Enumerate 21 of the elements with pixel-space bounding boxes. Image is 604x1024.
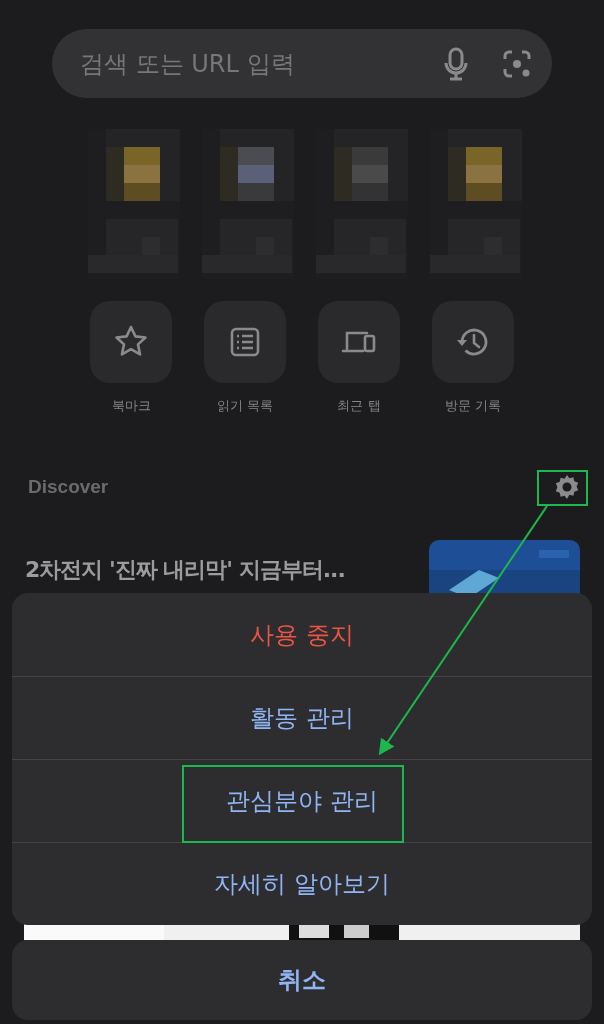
shortcut-label: 방문 기록 <box>444 397 502 415</box>
menu-item[interactable]: 자세히 알아보기 <box>12 842 592 925</box>
recent-tabs-button[interactable] <box>318 301 400 383</box>
section-title: Discover <box>28 476 109 498</box>
menu-item[interactable]: 활동 관리 <box>12 676 592 759</box>
search-bar[interactable]: 검색 또는 URL 입력 <box>52 29 552 98</box>
cancel-button[interactable]: 취소 <box>12 940 592 1020</box>
camera-icon <box>502 48 532 79</box>
reading-list-button[interactable] <box>204 301 286 383</box>
search-field[interactable]: 검색 또는 URL 입력 <box>78 48 444 79</box>
settings-icon[interactable] <box>553 473 581 501</box>
shortcut-label: 읽기 목록 <box>216 397 274 415</box>
microphone-icon <box>444 46 468 81</box>
menu-item[interactable]: 관심분야 관리 <box>12 759 592 842</box>
shortcut-label: 최근 탭 <box>337 397 381 415</box>
article-headline[interactable]: 2차전지 '진짜 내리막' 지금부터... <box>25 555 409 585</box>
menu-item[interactable]: 사용 중지 <box>12 593 592 676</box>
bookmarks-button[interactable] <box>90 301 172 383</box>
history-button[interactable] <box>432 301 514 383</box>
shortcut-label: 북마크 <box>111 397 151 415</box>
highlight-box <box>537 470 588 506</box>
